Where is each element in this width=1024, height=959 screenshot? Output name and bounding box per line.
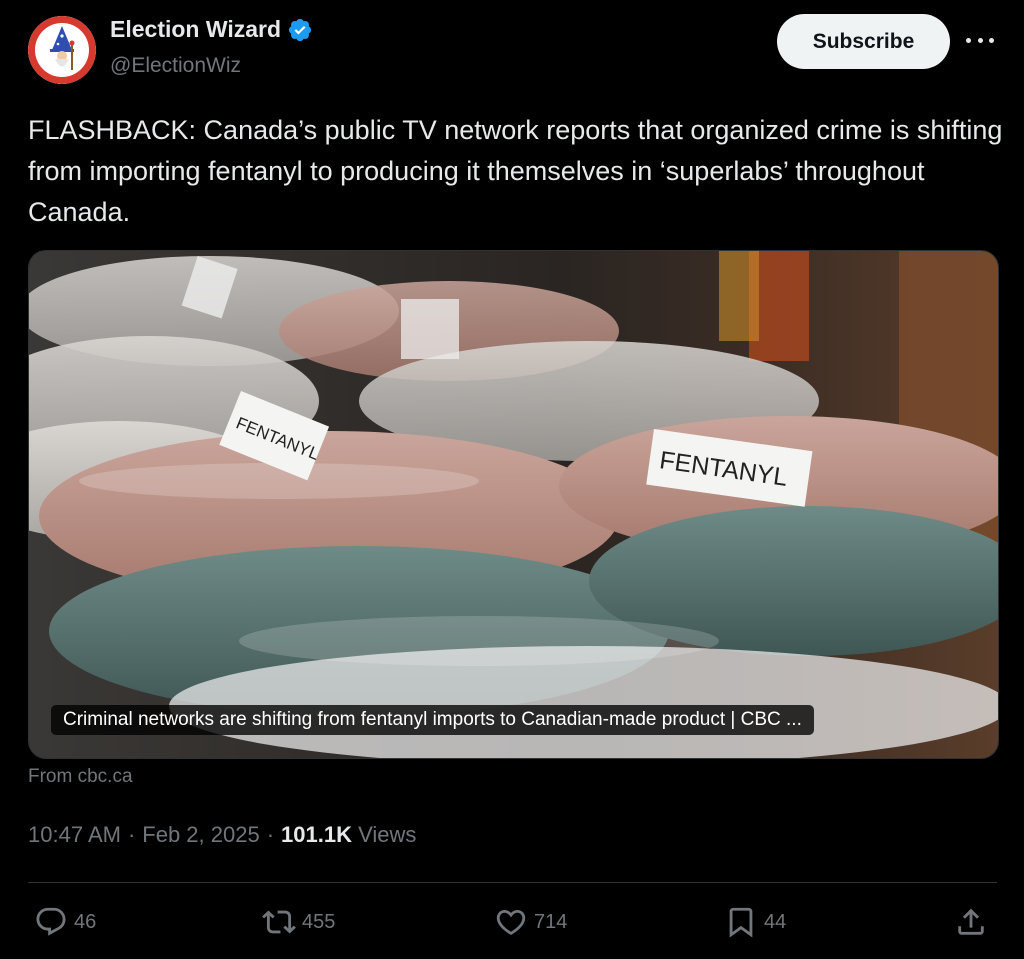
tweet: Election Wizard @ElectionWiz Subscribe F…: [0, 0, 1024, 959]
meta-separator: ·: [266, 822, 275, 847]
reply-button[interactable]: 46: [34, 900, 96, 944]
link-source[interactable]: From cbc.ca: [28, 766, 133, 788]
reply-icon: [36, 907, 66, 936]
views-label: Views: [358, 822, 417, 847]
tweet-date[interactable]: Feb 2, 2025: [142, 822, 259, 848]
more-dot: [989, 37, 994, 43]
verified-badge-icon: [288, 18, 312, 41]
more-dot: [977, 37, 983, 43]
link-card-title[interactable]: Criminal networks are shifting from fent…: [51, 705, 814, 735]
repost-icon: [262, 910, 296, 934]
bookmark-icon: [729, 907, 753, 938]
author-name-row[interactable]: Election Wizard: [110, 16, 313, 43]
share-button[interactable]: [954, 900, 988, 944]
avatar[interactable]: [28, 16, 96, 84]
heart-icon: [496, 909, 526, 935]
tweet-meta: 10:47 AM · Feb 2, 2025 · 101.1K Views: [28, 822, 416, 848]
bookmark-count: 44: [764, 910, 787, 933]
meta-separator: ·: [127, 822, 136, 847]
tweet-time[interactable]: 10:47 AM: [28, 822, 121, 848]
like-count: 714: [534, 910, 568, 933]
bookmark-button[interactable]: 44: [724, 900, 786, 944]
more-dot: [966, 37, 971, 43]
wizard-avatar-icon: [28, 16, 96, 84]
tweet-text: FLASHBACK: Canada’s public TV network re…: [28, 115, 1010, 227]
reply-count: 46: [74, 910, 97, 933]
author-display-name[interactable]: Election Wizard: [110, 16, 281, 43]
more-icon[interactable]: [966, 30, 994, 50]
link-card-media[interactable]: FENTANYL FENTANYL Criminal networks are …: [28, 250, 999, 759]
share-icon: [958, 908, 984, 935]
repost-button[interactable]: 455: [262, 900, 335, 944]
author-handle[interactable]: @ElectionWiz: [110, 54, 241, 78]
divider: [28, 882, 997, 883]
like-button[interactable]: 714: [494, 900, 567, 944]
subscribe-button[interactable]: Subscribe: [777, 14, 950, 69]
fentanyl-evidence-photo: FENTANYL FENTANYL: [29, 251, 998, 758]
views-count: 101.1K: [281, 822, 352, 847]
repost-count: 455: [302, 910, 336, 933]
